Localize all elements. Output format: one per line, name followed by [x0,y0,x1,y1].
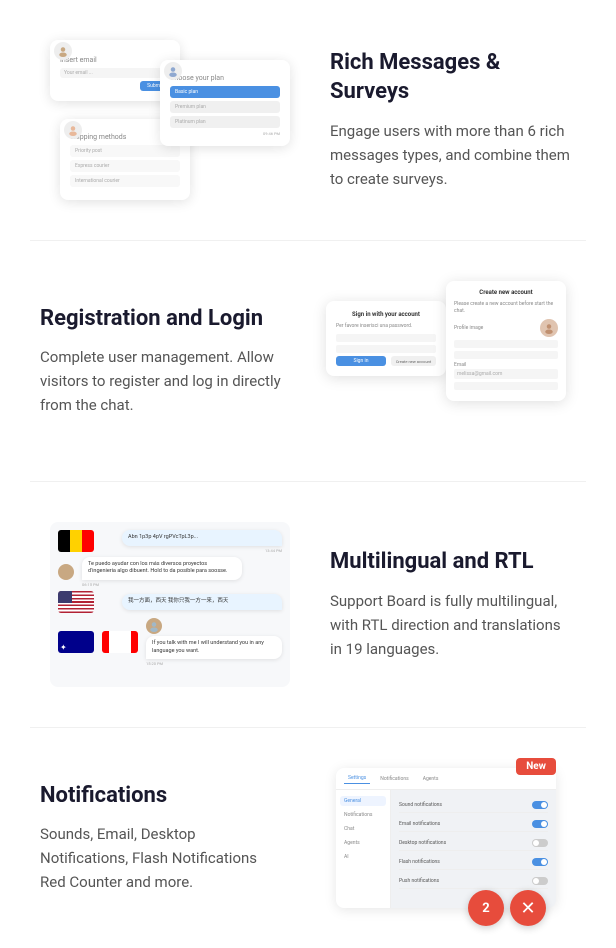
notif-label-sound: Sound notifications [399,802,442,808]
toggle-flash[interactable] [532,858,548,866]
notif-sidebar: General Notifications Chat Agents AI [336,790,391,908]
login-panel: Sign in with your account Per favore ins… [326,301,446,376]
chat-avatar-2 [146,618,162,634]
rich-messages-description: Engage users with more than 6 rich messa… [330,119,576,191]
register-subtitle: Please create a new account before start… [454,301,558,315]
register-panel: Create new account Please create a new a… [446,281,566,401]
login-title: Sign in with your account [336,311,436,318]
login-password-field [336,345,436,353]
notif-label-desktop: Desktop notifications [399,840,446,846]
notif-row-push: Push notifications [399,874,548,889]
chat-bubble-2: Te puedo ayudar con los más diversos pro… [82,557,242,580]
timestamp-1: 13:44 PM [102,548,282,553]
multilingual-description: Support Board is fully multilingual, wit… [330,589,576,661]
timestamp-2: 06:15 PM [82,582,282,587]
create-account-label: Create new account [396,359,431,364]
registration-text: Registration and Login Complete user man… [40,305,286,418]
notif-label-push: Push notifications [399,878,439,884]
reg-password [454,382,558,390]
multilingual-title: Multilingual and RTL [330,548,576,577]
flag-belgium [58,530,94,552]
notif-label-flash: Flash notifications [399,859,440,865]
flag-row-chat-1: Te puedo ayudar con los más diversos pro… [58,557,282,587]
flag-australia [58,631,94,653]
sidebar-notifications: Notifications [340,810,386,820]
plan-platinum: Platinum plan [170,116,280,128]
notifications-mock: Settings Notifications Agents General No… [336,768,556,908]
email-card-label: Insert email [60,56,170,64]
notifications-section: New Settings Notifications Agents Genera… [0,728,616,948]
flag-row-au-ca: If you talk with me I will understand yo… [58,617,282,666]
rich-messages-image: Insert email Your email ... Submit Ch [40,40,300,200]
create-account-btn: Create new account [391,356,436,366]
reg-firstname [454,340,558,348]
notifications-title: Notifications [40,782,286,811]
notifications-description: Sounds, Email, Desktop Notifications, Fl… [40,822,286,894]
notification-counter: 2 [468,890,504,926]
notif-row-desktop: Desktop notifications [399,836,548,851]
sidebar-agents: Agents [340,838,386,848]
flag-row-us: 我一方面，西天 我你只我一方一来，西天 [58,591,282,613]
notif-tab-notifications: Notifications [376,774,412,784]
rich-messages-section: Insert email Your email ... Submit Ch [0,0,616,240]
plan-premium: Premium plan [170,101,280,113]
notif-row-flash: Flash notifications [399,855,548,870]
plan-basic: Basic plan [170,86,280,98]
plan-card: Choose your plan Basic plan Premium plan… [160,60,290,146]
notif-label-email: Email notifications [399,821,440,827]
login-actions: Sign in Create new account [336,356,436,366]
email-placeholder: Your email ... [64,70,166,76]
login-submit-label: Sign in [354,358,369,364]
new-badge: New [516,758,556,775]
register-title: Create new account [454,289,558,296]
registration-title: Registration and Login [40,305,286,334]
notif-tab-settings: Settings [344,773,370,784]
shipping-express: Express courier [70,160,180,172]
chat-bubble-3: 我一方面，西天 我你只我一方一来，西天 [122,594,282,610]
toggle-email[interactable] [532,820,548,828]
rich-messages-mock: Insert email Your email ... Submit Ch [50,40,290,200]
notif-tab-agents: Agents [419,774,443,784]
notifications-text: Notifications Sounds, Email, Desktop Not… [40,782,286,895]
email-input-bar: Your email ... [60,68,170,78]
close-notification-btn[interactable]: ✕ [510,890,546,926]
plan-card-label: Choose your plan [170,74,280,82]
sidebar-chat: Chat [340,824,386,834]
timestamp-4: 15:20 PM [146,661,282,666]
multilingual-image: Abn 1p3p 4pV rgPVcTpL3p... 13:44 PM Te p… [40,522,300,687]
registration-description: Complete user management. Allow visitors… [40,345,286,417]
chat-bubble-4: If you talk with me I will understand yo… [146,636,282,659]
toggle-sound[interactable] [532,801,548,809]
flag-usa [58,591,94,613]
flag-row-be: Abn 1p3p 4pV rgPVcTpL3p... 13:44 PM [58,530,282,553]
notif-row-email: Email notifications [399,817,548,832]
toggle-desktop[interactable] [532,839,548,847]
toggle-push[interactable] [532,877,548,885]
shipping-international: International courier [70,175,180,187]
shipping-priority: Priority post [70,145,180,157]
chat-avatar-1 [58,564,74,580]
multilingual-text: Multilingual and RTL Support Board is fu… [330,548,576,661]
sidebar-ai: AI [340,852,386,862]
login-email-field [336,334,436,342]
registration-image: Sign in with your account Per favore ins… [316,281,576,441]
reg-lastname [454,351,558,359]
notifications-wrapper: New Settings Notifications Agents Genera… [336,768,556,908]
multilingual-section: Abn 1p3p 4pV rgPVcTpL3p... 13:44 PM Te p… [0,482,616,727]
login-submit-btn: Sign in [336,356,386,366]
multilingual-mock: Abn 1p3p 4pV rgPVcTpL3p... 13:44 PM Te p… [50,522,290,687]
notif-row-sound: Sound notifications [399,798,548,813]
notifications-image: New Settings Notifications Agents Genera… [316,768,576,908]
flag-canada [102,631,138,653]
rich-messages-title: Rich Messages & Surveys [330,49,576,106]
login-subtitle: Per favore inserisci una password. [336,323,436,330]
rich-messages-text: Rich Messages & Surveys Engage users wit… [330,49,576,190]
registration-mock: Sign in with your account Per favore ins… [326,281,566,441]
sidebar-general: General [340,796,386,806]
registration-section: Sign in with your account Per favore ins… [0,241,616,481]
chat-bubble-1: Abn 1p3p 4pV rgPVcTpL3p... [122,530,282,546]
flag-strip: Abn 1p3p 4pV rgPVcTpL3p... 13:44 PM Te p… [50,522,290,674]
